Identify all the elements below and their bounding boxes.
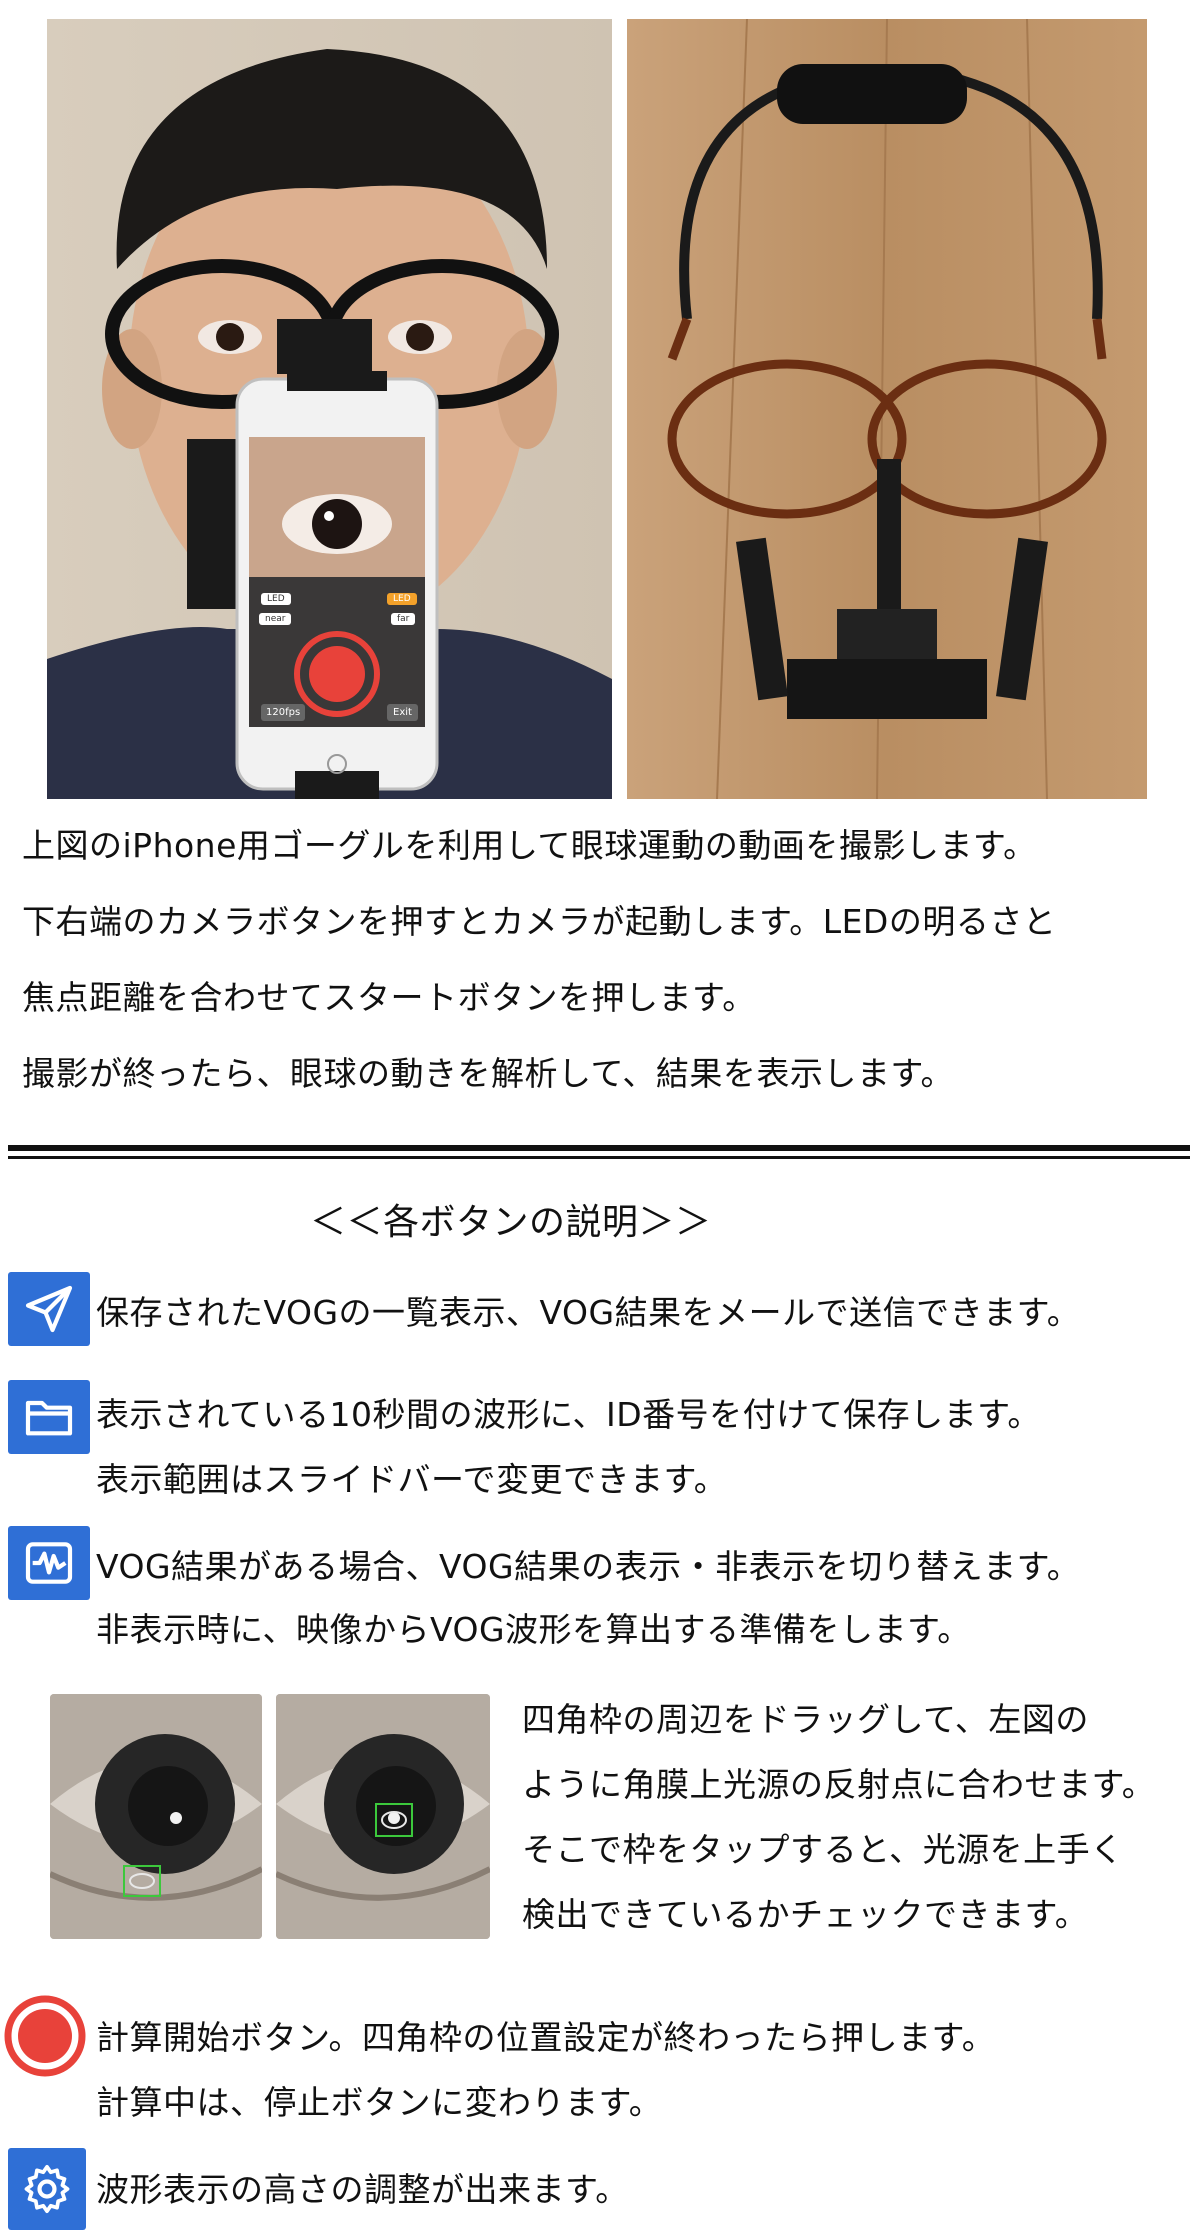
eye-image-before: [50, 1694, 262, 1939]
phone-far-label: far: [391, 613, 416, 625]
section-divider-bottom: [8, 1156, 1190, 1159]
gear-icon: [24, 2164, 70, 2214]
intro-line-1: 上図のiPhone用ゴーグルを利用して眼球運動の動画を撮影します。: [22, 826, 1037, 865]
wave-toggle-button-icon[interactable]: [8, 1526, 90, 1600]
intro-line-2: 下右端のカメラボタンを押すとカメラが起動します。LEDの明るさと: [22, 902, 1057, 941]
record-description-line-2: 計算中は、停止ボタンに変わります。: [96, 2083, 663, 2122]
intro-line-4: 撮影が終ったら、眼球の動きを解析して、結果を表示します。: [22, 1054, 955, 1093]
record-circle-icon: [4, 1995, 86, 2077]
eye-explain-line-1: 四角枠の周辺をドラッグして、左図の: [522, 1700, 1089, 1739]
section-divider-top: [8, 1145, 1190, 1151]
goggle-worn-illustration: [47, 19, 612, 799]
save-button-icon[interactable]: [8, 1380, 90, 1454]
send-button-icon[interactable]: [8, 1272, 90, 1346]
goggle-device-illustration: [627, 19, 1147, 799]
eye-explain-line-3: そこで枠をタップすると、光源を上手く: [522, 1830, 1124, 1869]
eye-explain-line-2: ように角膜上光源の反射点に合わせます。: [522, 1765, 1156, 1804]
record-description-line-1: 計算開始ボタン。四角枠の位置設定が終わったら押します。: [96, 2018, 996, 2057]
folder-icon: [25, 1400, 73, 1436]
eye-explain-line-4: 検出できているかチェックできます。: [522, 1895, 1089, 1934]
record-button-icon[interactable]: [2, 1993, 88, 2079]
paper-plane-icon: [25, 1285, 73, 1333]
phone-fps-label: 120fps: [261, 704, 306, 721]
phone-exit-label: Exit: [387, 704, 418, 721]
gear-description: 波形表示の高さの調整が出来ます。: [96, 2170, 629, 2209]
eye-thumbnail-after: [276, 1694, 490, 1939]
folder-description-line-1: 表示されている10秒間の波形に、ID番号を付けて保存します。: [96, 1395, 1041, 1434]
eye-image-after: [276, 1694, 490, 1939]
phone-led-right-label: LED: [387, 593, 417, 605]
wave-description-line-1: VOG結果がある場合、VOG結果の表示・非表示を切り替えます。: [96, 1547, 1081, 1586]
goggle-worn-photo: LED LED near far 120fps Exit: [47, 19, 612, 799]
waveform-icon: [25, 1542, 73, 1584]
phone-led-left-label: LED: [261, 593, 291, 605]
folder-description-line-2: 表示範囲はスライドバーで変更できます。: [96, 1460, 728, 1499]
height-adjust-button-icon[interactable]: [8, 2148, 86, 2230]
section-title: ＜＜各ボタンの説明＞＞: [310, 1202, 712, 1243]
send-description: 保存されたVOGの一覧表示、VOG結果をメールで送信できます。: [96, 1293, 1081, 1332]
goggle-device-photo: [627, 19, 1147, 799]
intro-line-3: 焦点距離を合わせてスタートボタンを押します。: [22, 978, 756, 1017]
wave-description-line-2: 非表示時に、映像からVOG波形を算出する準備をします。: [96, 1610, 971, 1649]
eye-thumbnail-before: [50, 1694, 262, 1939]
phone-near-label: near: [259, 613, 292, 625]
